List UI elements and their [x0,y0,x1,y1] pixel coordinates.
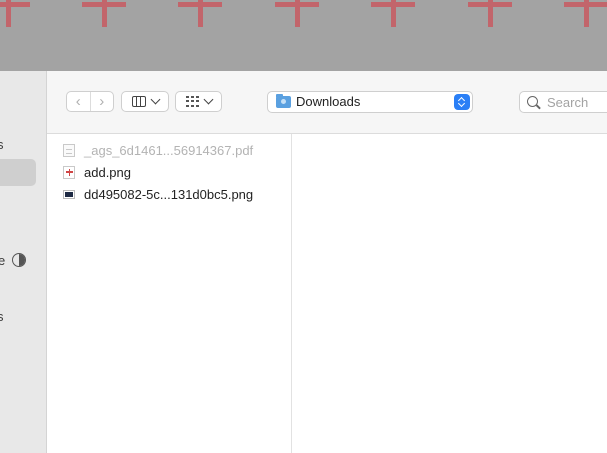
image-file-icon [63,189,75,199]
grid-icon [185,96,199,107]
toolbar: ‹ › Downloads [47,71,607,134]
file-row[interactable]: _ags_6d1461...56914367.pdf [63,140,253,160]
chevron-left-icon: ‹ [75,93,81,110]
file-row[interactable]: add.png [63,162,131,182]
downloads-folder-icon [276,94,291,108]
columns-icon [131,96,146,107]
sidebar-item-selected[interactable] [0,159,36,186]
file-name: _ags_6d1461...56914367.pdf [84,142,254,158]
wallpaper-plus [468,0,512,27]
location-popup[interactable]: Downloads [267,91,473,113]
preview-column [292,134,607,453]
wallpaper-plus [178,0,222,27]
wallpaper-plus [564,0,607,27]
file-row[interactable]: dd495082-5c...131d0bc5.png [63,184,253,204]
back-button[interactable]: ‹ [67,92,90,111]
file-name: add.png [84,164,131,180]
popup-stepper-icon [454,94,470,110]
wallpaper-plus [0,0,30,27]
file-name: dd495082-5c...131d0bc5.png [84,186,254,202]
group-by-button[interactable] [175,91,222,112]
search-input[interactable] [547,95,607,110]
search-field[interactable] [519,91,607,113]
file-dialog-window: s e s ‹ › Downloads _a [0,71,607,453]
desktop-wallpaper [0,0,607,71]
search-icon [527,96,538,107]
appearance-icon[interactable] [12,253,26,267]
chevron-right-icon: › [99,93,105,110]
chevron-down-icon [203,94,213,105]
view-mode-button[interactable] [121,91,169,112]
pdf-file-icon [63,143,75,157]
forward-button[interactable]: › [89,92,114,111]
wallpaper-plus [82,0,126,27]
sidebar-item-label[interactable]: e [0,253,5,268]
chevron-down-icon [150,94,160,105]
sidebar-item-label[interactable]: s [0,137,4,152]
navigation-buttons: ‹ › [66,91,114,112]
file-list-column: _ags_6d1461...56914367.pdf add.png dd495… [47,134,292,453]
location-label: Downloads [296,94,361,109]
sidebar: s e s [0,71,47,453]
sidebar-item-label[interactable]: s [0,309,4,324]
wallpaper-plus [275,0,319,27]
add-image-icon [63,165,75,179]
wallpaper-plus [371,0,415,27]
